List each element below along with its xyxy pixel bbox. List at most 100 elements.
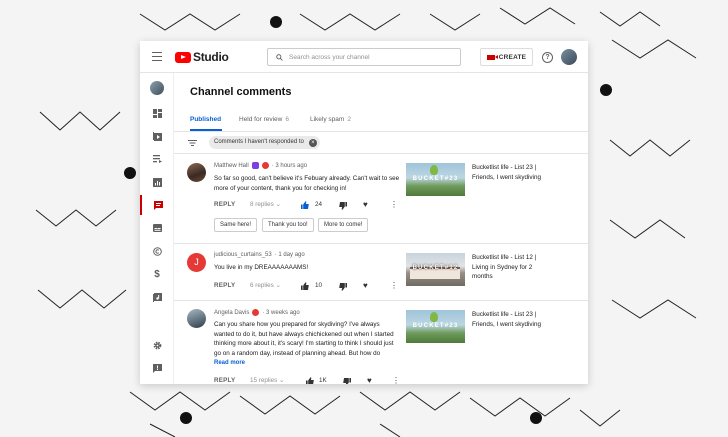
video-thumbnail[interactable]: BUCKET#12 [406, 253, 465, 286]
balloon-icon [430, 312, 438, 322]
search-input[interactable] [289, 53, 449, 61]
top-bar: Studio CREATE ? [140, 41, 588, 73]
video-thumbnail[interactable]: BUCKET#23 [406, 163, 465, 196]
heart-icon[interactable]: ♥ [363, 281, 368, 290]
filter-chip-label: Comments I haven't responded to [214, 139, 304, 145]
comment-text: You live in my DREAAAAAAAMS! [214, 264, 309, 271]
more-options-icon[interactable]: ⋮ [392, 376, 400, 384]
video-library-icon [152, 131, 162, 141]
heart-icon[interactable]: ♥ [367, 376, 372, 384]
comments-icon [153, 200, 163, 210]
video-title[interactable]: Bucketlist life - List 23 | Friends, I w… [472, 163, 548, 182]
like-icon[interactable] [301, 201, 309, 209]
comment-text: So far so good, can't believe it's Febua… [214, 175, 400, 192]
read-more-link[interactable]: Read more [214, 360, 245, 366]
tab-count: 6 [285, 116, 289, 123]
filter-chip[interactable]: Comments I haven't responded to × [209, 136, 320, 149]
dislike-icon[interactable] [339, 202, 347, 210]
decor-dot [124, 167, 136, 179]
thumbnail-caption: BUCKET#12 [412, 265, 459, 271]
comment-item: Matthew Hall · 3 hours ago So far so goo… [174, 155, 588, 244]
video-title[interactable]: Bucketlist life - List 23 | Friends, I w… [472, 310, 548, 329]
logo-text: Studio [193, 50, 229, 64]
studio-logo[interactable]: Studio [175, 50, 229, 64]
sidebar-item-settings[interactable] [140, 335, 174, 355]
help-icon[interactable]: ? [542, 52, 553, 63]
sidebar-item-analytics[interactable] [140, 172, 174, 192]
quick-reply-button[interactable]: More to come! [318, 218, 369, 232]
comment-author[interactable]: Matthew Hall [214, 163, 249, 169]
comment-time: · 3 weeks ago [262, 309, 300, 316]
video-title[interactable]: Bucketlist life - List 12 | Living in Sy… [472, 253, 548, 282]
page-title: Channel comments [190, 86, 292, 98]
tab-label: Likely spam [310, 116, 345, 123]
comment-meta: Angela Davis · 3 weeks ago [214, 309, 300, 316]
thumbnail-caption: BUCKET#23 [412, 323, 459, 329]
tab-label: Published [190, 116, 222, 123]
replies-toggle[interactable]: 6 replies ⌄ [250, 282, 281, 289]
analytics-icon [152, 177, 162, 187]
decor-dot [530, 412, 542, 424]
comment-actions: REPLY 8 replies ⌄ 24 ♥ ⋮ [214, 200, 414, 213]
avatar[interactable]: J [187, 253, 206, 272]
sidebar-item-audio-library[interactable] [140, 287, 174, 307]
quick-reply-button[interactable]: Thank you too! [262, 218, 314, 232]
video-camera-icon [486, 54, 498, 60]
heart-icon[interactable]: ♥ [363, 200, 368, 209]
sidebar-item-dashboard[interactable] [140, 103, 174, 123]
creator-badge-icon [261, 162, 269, 169]
comment-author[interactable]: Angela Davis [214, 310, 249, 316]
filter-bar: Comments I haven't responded to × [174, 132, 588, 154]
reply-button[interactable]: REPLY [214, 377, 235, 384]
main-content: Channel comments Published Held for revi… [174, 73, 588, 384]
create-button[interactable]: CREATE [480, 48, 533, 66]
like-count: 10 [315, 282, 323, 289]
search-box[interactable] [267, 48, 461, 66]
gear-icon [153, 341, 161, 349]
feedback-icon [152, 363, 162, 373]
youtube-play-icon [175, 51, 191, 63]
comment-actions: REPLY 15 replies ⌄ 1K ♥ ⋮ [214, 376, 414, 384]
reply-button[interactable]: REPLY [214, 201, 235, 208]
subtitles-icon [152, 224, 162, 232]
avatar[interactable] [187, 309, 206, 328]
comment-item: J judicious_curtains_53 · 1 day ago You … [174, 244, 588, 301]
sidebar-item-feedback[interactable] [140, 358, 174, 378]
channel-avatar[interactable] [150, 81, 164, 95]
close-icon[interactable]: × [308, 138, 317, 147]
sidebar-item-playlists[interactable] [140, 149, 174, 169]
sidebar-item-copyright[interactable] [140, 241, 174, 261]
creator-badge-icon [252, 309, 260, 316]
comment-author[interactable]: judicious_curtains_53 [214, 252, 272, 258]
sidebar-item-subtitles[interactable] [140, 218, 174, 238]
comment-meta: judicious_curtains_53 · 1 day ago [214, 252, 305, 258]
dislike-icon[interactable] [343, 378, 351, 384]
audio-library-icon [152, 292, 162, 302]
avatar[interactable] [187, 163, 206, 182]
replies-toggle[interactable]: 8 replies ⌄ [250, 201, 281, 208]
reply-button[interactable]: REPLY [214, 282, 235, 289]
sidebar-item-comments[interactable] [140, 195, 174, 215]
tab-count: 2 [347, 116, 351, 123]
account-avatar[interactable] [561, 49, 577, 65]
dislike-icon[interactable] [339, 283, 347, 291]
menu-icon[interactable] [152, 52, 162, 61]
like-icon[interactable] [306, 377, 314, 384]
more-options-icon[interactable]: ⋮ [390, 200, 398, 209]
tab-held-for-review[interactable]: Held for review 6 [239, 116, 289, 123]
more-options-icon[interactable]: ⋮ [390, 281, 398, 290]
sidebar: $ [140, 73, 174, 384]
tab-likely-spam[interactable]: Likely spam 2 [310, 116, 351, 123]
replies-toggle[interactable]: 15 replies ⌄ [250, 377, 284, 384]
tab-published[interactable]: Published [190, 116, 221, 123]
tab-label: Held for review [239, 116, 283, 123]
sidebar-item-monetization[interactable]: $ [140, 264, 174, 284]
comment-time: · 3 hours ago [271, 162, 308, 169]
sidebar-item-content[interactable] [140, 126, 174, 146]
quick-reply-button[interactable]: Same here! [214, 218, 258, 232]
decor-dot [600, 84, 612, 96]
filter-icon[interactable] [188, 140, 197, 146]
video-thumbnail[interactable]: BUCKET#23 [406, 310, 465, 343]
like-icon[interactable] [301, 282, 309, 290]
studio-window: Studio CREATE ? [140, 41, 588, 384]
